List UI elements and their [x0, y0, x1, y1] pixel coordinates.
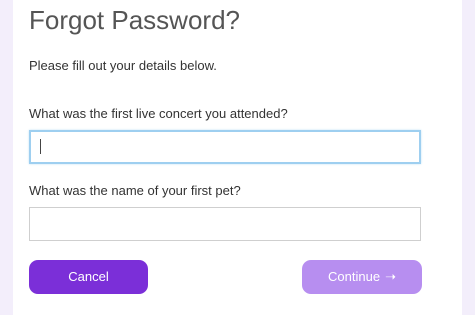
- question1-label: What was the first live concert you atte…: [29, 106, 288, 121]
- question2-label: What was the name of your first pet?: [29, 183, 241, 198]
- right-arrow-icon: ➝: [385, 269, 396, 284]
- question1-input[interactable]: [29, 130, 421, 164]
- question2-input[interactable]: [29, 207, 421, 241]
- forgot-password-card: Forgot Password? Please fill out your de…: [13, 0, 462, 315]
- cancel-button-label: Cancel: [68, 269, 109, 284]
- page-title: Forgot Password?: [29, 5, 240, 35]
- page-subtitle: Please fill out your details below.: [29, 58, 217, 73]
- text-caret: [40, 139, 41, 154]
- cancel-button[interactable]: Cancel: [29, 260, 148, 294]
- continue-button[interactable]: Continue ➝: [302, 260, 422, 294]
- continue-button-label: Continue: [328, 269, 381, 284]
